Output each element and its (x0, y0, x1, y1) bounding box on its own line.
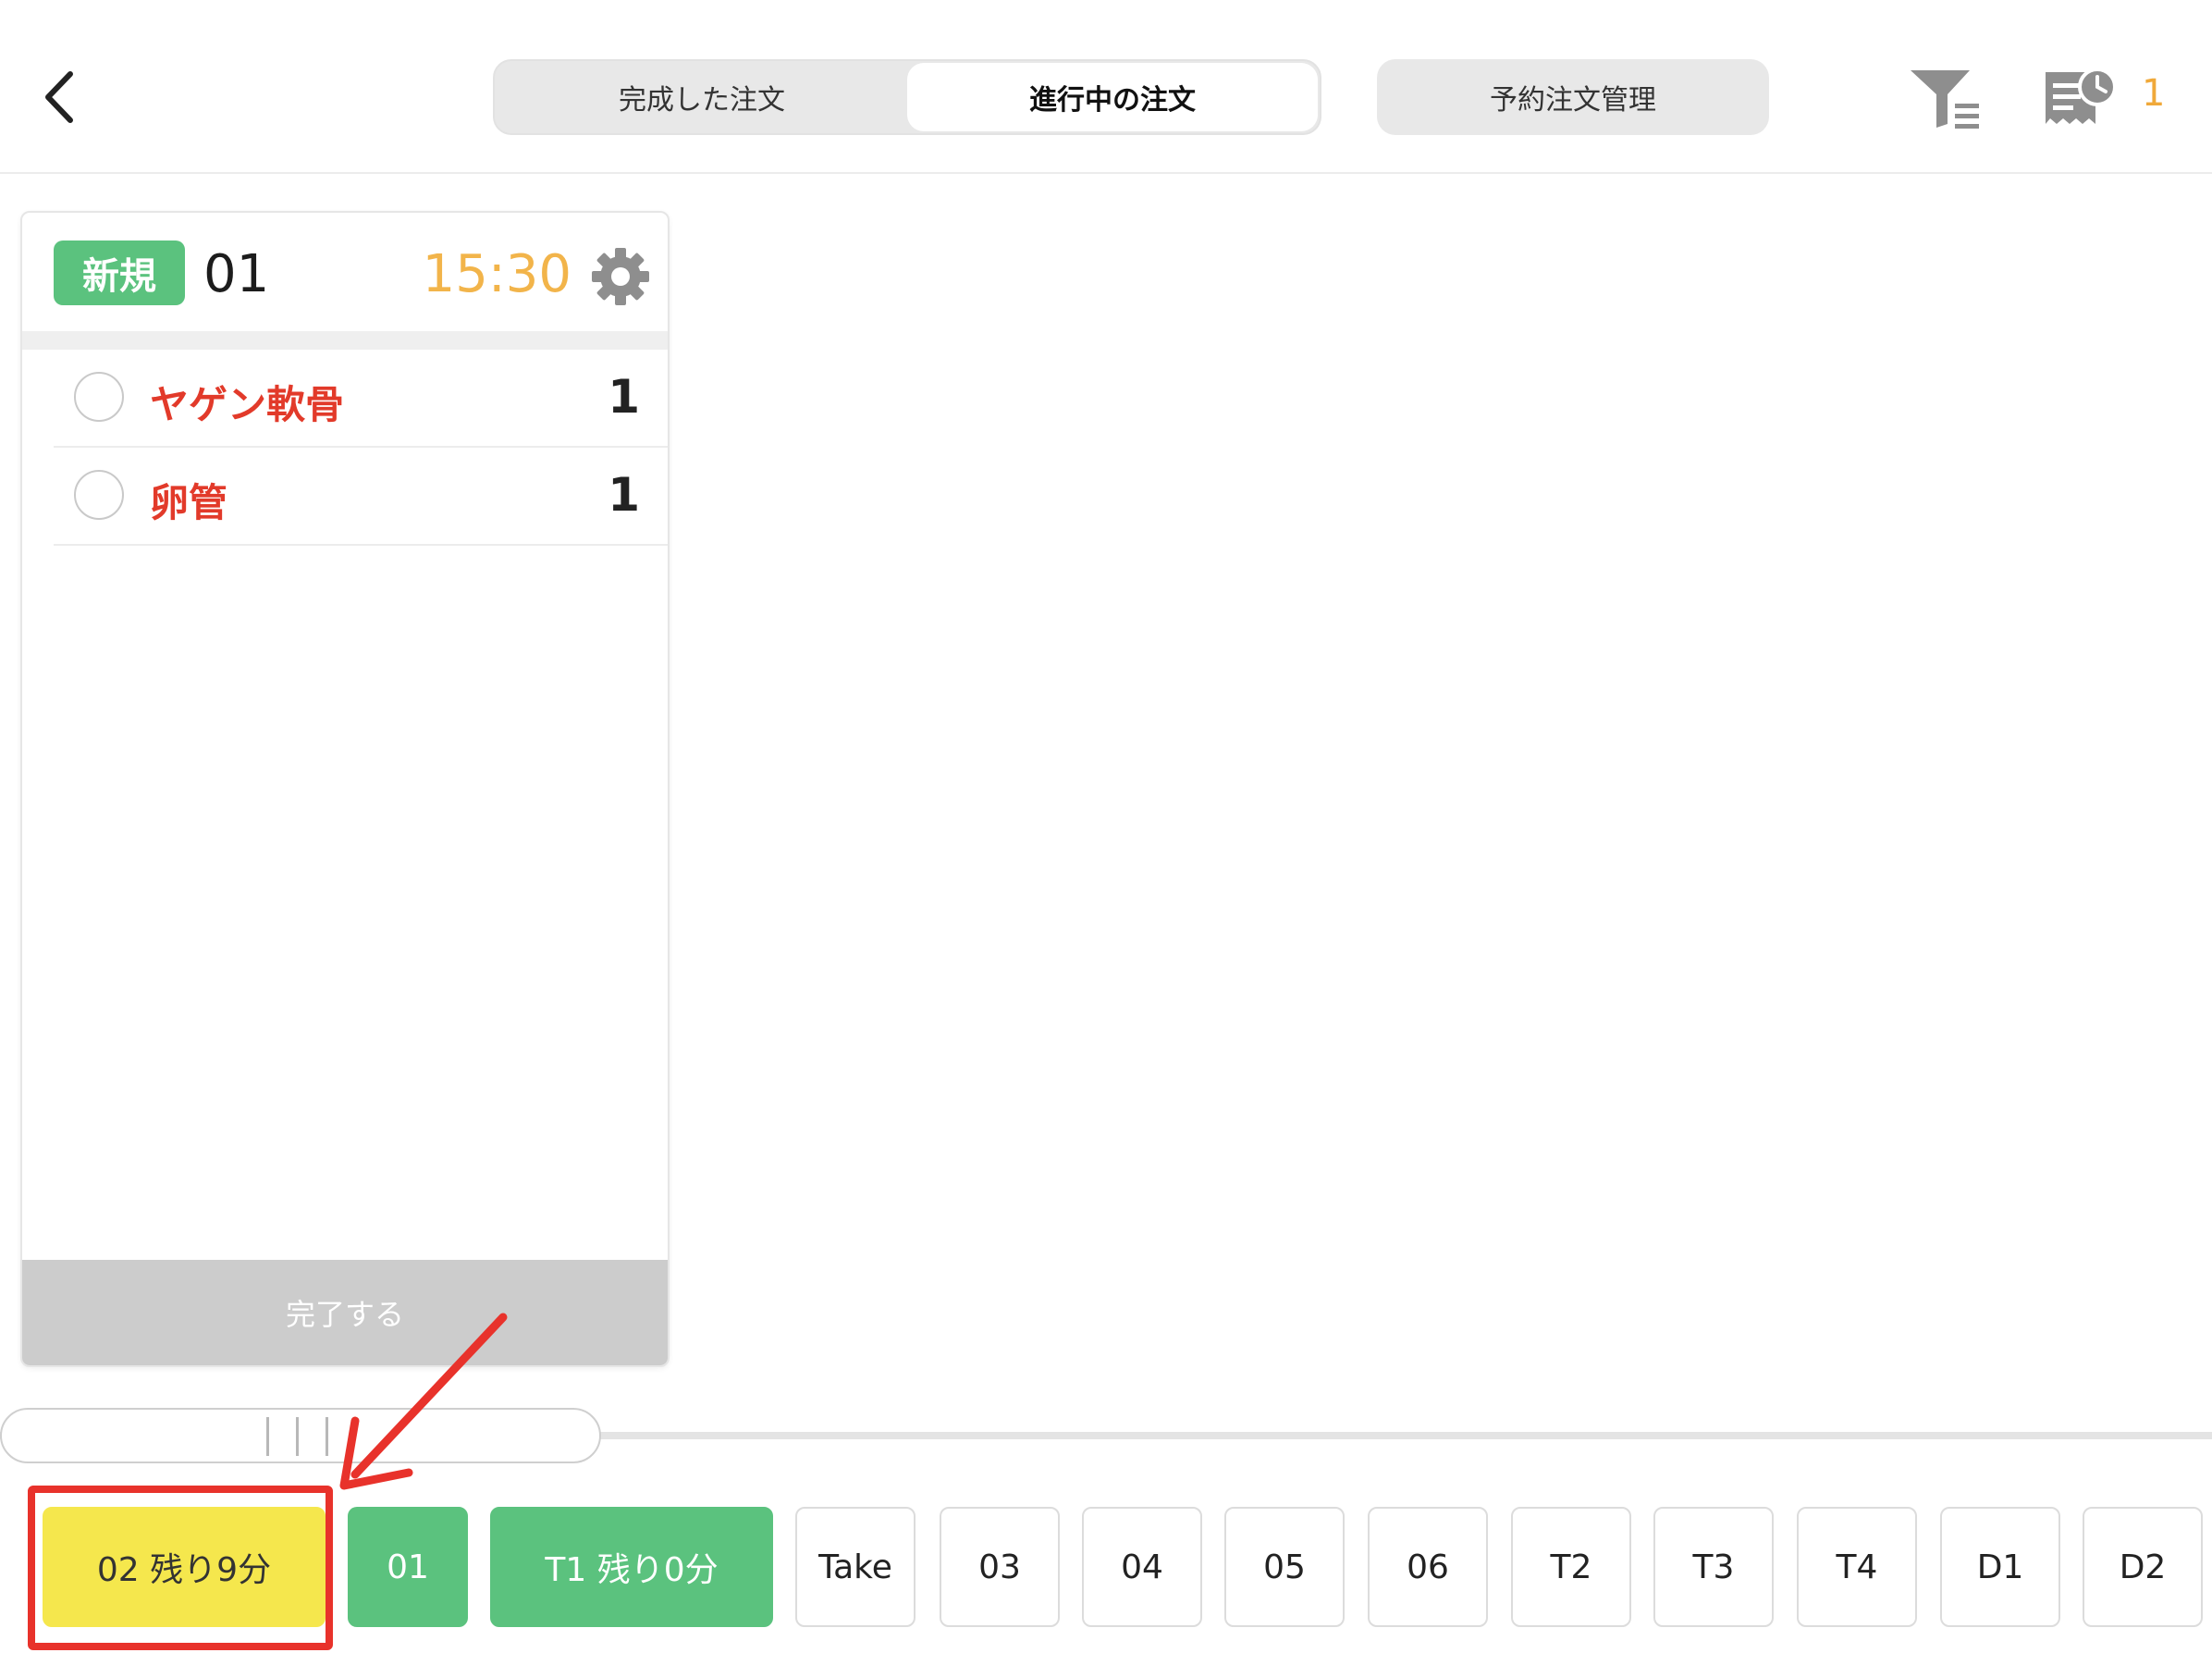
table-chip-06[interactable]: 06 (1368, 1507, 1488, 1627)
filter-list-icon (1911, 70, 1979, 129)
table-chip-t3[interactable]: T3 (1653, 1507, 1774, 1627)
order-time: 15:30 (422, 244, 571, 304)
order-card-header: 新規 01 15:30 (22, 213, 668, 331)
order-item-row: 卵管 1 (54, 448, 668, 546)
table-chip-take[interactable]: Take (795, 1507, 916, 1627)
item-name: ヤゲン軟骨 (150, 382, 345, 427)
table-chip-t4[interactable]: T4 (1797, 1507, 1917, 1627)
tab-in-progress-orders[interactable]: 進行中の注文 (907, 63, 1318, 131)
item-quantity: 1 (608, 468, 640, 522)
grip-line (266, 1417, 269, 1456)
card-divider (22, 331, 668, 350)
order-card: 新規 01 15:30 ヤゲン軟骨 1 卵管 1 完了する (20, 211, 670, 1367)
item-check-circle[interactable] (74, 470, 124, 520)
table-chip-05[interactable]: 05 (1224, 1507, 1345, 1627)
back-button[interactable] (35, 61, 87, 133)
item-check-circle[interactable] (74, 372, 124, 422)
item-quantity: 1 (608, 370, 640, 424)
item-name: 卵管 (150, 480, 228, 525)
table-chip-03[interactable]: 03 (940, 1507, 1060, 1627)
pending-count-badge: 1 (2142, 72, 2166, 115)
reservation-management-button[interactable]: 予約注文管理 (1377, 59, 1769, 135)
order-table-number: 01 (203, 244, 270, 304)
table-chip-04[interactable]: 04 (1082, 1507, 1202, 1627)
filter-button[interactable] (1909, 67, 1983, 131)
gear-icon (592, 248, 649, 305)
tab-completed-orders[interactable]: 完成した注文 (497, 63, 907, 131)
receipt-clock-icon (2046, 68, 2117, 124)
annotation-highlight-box (28, 1486, 333, 1650)
annotation-arrow-icon (339, 1313, 508, 1490)
table-chip-t1[interactable]: T1 残り0分 (490, 1507, 773, 1627)
order-item-row: ヤゲン軟骨 1 (54, 350, 668, 448)
top-bar: 完成した注文 進行中の注文 予約注文管理 1 (0, 0, 2212, 174)
status-badge: 新規 (54, 240, 185, 305)
grip-line (296, 1417, 299, 1456)
back-chevron-icon (45, 71, 73, 123)
pending-receipts-button[interactable] (2042, 67, 2118, 133)
order-settings-button[interactable] (590, 246, 651, 307)
table-chip-t2[interactable]: T2 (1511, 1507, 1631, 1627)
order-status-tabs: 完成した注文 進行中の注文 (493, 59, 1321, 135)
table-chip-d2[interactable]: D2 (2083, 1507, 2203, 1627)
table-chip-01[interactable]: 01 (348, 1507, 468, 1627)
kitchen-display-screen: 完成した注文 進行中の注文 予約注文管理 1 新規 01 15:30 ヤゲン軟骨… (0, 0, 2212, 1665)
table-chip-d1[interactable]: D1 (1940, 1507, 2060, 1627)
